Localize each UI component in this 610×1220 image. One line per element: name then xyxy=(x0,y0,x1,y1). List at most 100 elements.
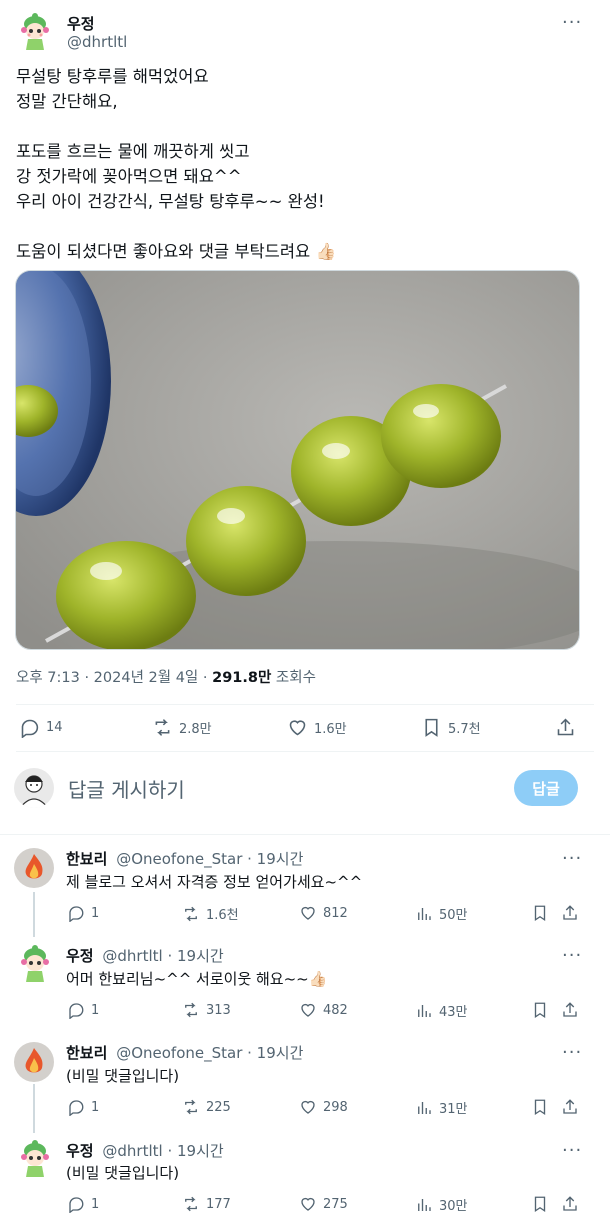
analytics-icon xyxy=(418,1198,431,1211)
more-options-icon[interactable]: ··· xyxy=(562,14,582,32)
bookmark-button[interactable] xyxy=(531,1195,549,1213)
comment-author-name[interactable]: 한뵤리 xyxy=(66,850,107,868)
fire-avatar-icon xyxy=(25,1048,43,1073)
repost-icon xyxy=(185,1002,197,1018)
reply-icon xyxy=(69,1100,84,1116)
repost-button[interactable]: 313 xyxy=(182,1001,231,1019)
post-timestamp: 오후 7:13 · 2024년 2월 4일 · 291.8만 조회수 xyxy=(16,666,316,687)
author-name[interactable]: 우정 xyxy=(67,13,95,34)
bookmark-icon xyxy=(534,1196,546,1213)
heart-icon xyxy=(301,1100,315,1114)
comment-text: (비밀 댓글입니다) xyxy=(66,1164,180,1182)
repost-count: 313 xyxy=(206,1002,231,1018)
like-button[interactable]: 298 xyxy=(299,1098,348,1116)
share-icon xyxy=(563,905,577,920)
share-button[interactable] xyxy=(561,1001,579,1019)
more-options-icon[interactable]: ··· xyxy=(562,1044,582,1062)
comment-time[interactable]: · 19시간 xyxy=(163,947,223,965)
analytics-icon xyxy=(418,907,431,920)
comment-avatar[interactable] xyxy=(15,944,55,984)
comment-header: 한뵤리 @Oneofone_Star · 19시간 xyxy=(66,1042,303,1063)
reply-button[interactable]: 1 xyxy=(67,1098,99,1116)
repost-button[interactable]: 1.6천 xyxy=(182,904,239,923)
comment-author-handle[interactable]: @dhrtltl xyxy=(102,947,162,965)
post-photo[interactable] xyxy=(15,270,580,650)
more-options-icon[interactable]: ··· xyxy=(562,947,582,965)
divider xyxy=(0,834,610,835)
repost-icon xyxy=(185,1099,197,1115)
reply-icon xyxy=(21,719,39,738)
girl-avatar-icon xyxy=(21,945,49,982)
bookmark-icon xyxy=(534,1099,546,1116)
share-button[interactable] xyxy=(561,1098,579,1116)
comment-author-handle[interactable]: @Oneofone_Star xyxy=(116,850,242,868)
comment-author-name[interactable]: 우정 xyxy=(66,1142,94,1160)
bookmark-button[interactable] xyxy=(531,1001,549,1019)
like-button[interactable]: 482 xyxy=(299,1001,348,1019)
share-button[interactable] xyxy=(561,1195,579,1213)
comment-author-handle[interactable]: @Oneofone_Star xyxy=(116,1044,242,1062)
reply-submit-button[interactable]: 답글 xyxy=(514,770,578,806)
reply-count: 14 xyxy=(46,720,63,735)
post-line xyxy=(16,114,586,139)
repost-count: 2.8만 xyxy=(179,722,212,737)
bookmark-button[interactable]: 5.7천 xyxy=(421,717,481,738)
post-line: 도움이 되셨다면 좋아요와 댓글 부탁드려요 👍🏻 xyxy=(16,242,337,261)
comment-author-handle[interactable]: @dhrtltl xyxy=(102,1142,162,1160)
share-button[interactable] xyxy=(561,904,579,922)
comment-time[interactable]: · 19시간 xyxy=(242,850,303,868)
comment-time[interactable]: · 19시간 xyxy=(242,1044,303,1062)
my-avatar[interactable] xyxy=(14,768,54,808)
divider xyxy=(16,751,594,752)
repost-button[interactable]: 225 xyxy=(182,1098,231,1116)
repost-button[interactable]: 177 xyxy=(182,1195,231,1213)
views-button[interactable]: 31만 xyxy=(415,1098,468,1117)
reply-button[interactable]: 1 xyxy=(67,1195,99,1213)
like-count: 482 xyxy=(323,1002,348,1018)
author-avatar[interactable] xyxy=(15,12,55,52)
share-icon xyxy=(563,1002,577,1017)
share-button[interactable] xyxy=(555,717,576,738)
views-count: 30만 xyxy=(439,1199,468,1214)
views-button[interactable]: 30만 xyxy=(415,1195,468,1214)
post-time[interactable]: 오후 7:13 · 2024년 2월 4일 · xyxy=(16,670,212,686)
bookmark-button[interactable] xyxy=(531,1098,549,1116)
comment-avatar[interactable] xyxy=(14,848,54,888)
comment-avatar[interactable] xyxy=(14,1042,54,1082)
reply-count: 1 xyxy=(91,1002,100,1018)
views-button[interactable]: 50만 xyxy=(415,904,468,923)
girl-avatar-icon xyxy=(21,13,49,50)
more-options-icon[interactable]: ··· xyxy=(562,850,582,868)
reply-count: 1 xyxy=(91,905,100,921)
reply-button[interactable]: 1 xyxy=(67,904,99,922)
post-line xyxy=(16,214,586,239)
views-label: 조회수 xyxy=(271,670,316,686)
comment-author-name[interactable]: 한뵤리 xyxy=(66,1044,107,1062)
comment-author-name[interactable]: 우정 xyxy=(66,947,94,965)
divider xyxy=(16,704,594,705)
views-count: 43만 xyxy=(439,1005,468,1020)
author-handle[interactable]: @dhrtltl xyxy=(67,33,127,51)
reply-button[interactable]: 14 xyxy=(19,717,63,738)
comment-time[interactable]: · 19시간 xyxy=(163,1142,223,1160)
views-count: 50만 xyxy=(439,908,468,923)
reply-button[interactable]: 1 xyxy=(67,1001,99,1019)
thread-line xyxy=(33,1084,35,1133)
views-button[interactable]: 43만 xyxy=(415,1001,468,1020)
post-line: 포도를 흐르는 물에 깨끗하게 씻고 xyxy=(16,142,250,161)
reply-icon xyxy=(69,1197,84,1213)
bookmark-button[interactable] xyxy=(531,904,549,922)
like-button[interactable]: 812 xyxy=(299,904,348,922)
thread-line xyxy=(33,892,35,937)
reply-count: 1 xyxy=(91,1099,100,1115)
repost-count: 1.6천 xyxy=(206,908,239,923)
comment-header: 우정 @dhrtltl · 19시간 xyxy=(66,1140,224,1161)
like-button[interactable]: 275 xyxy=(299,1195,348,1213)
heart-icon xyxy=(301,1003,315,1017)
fire-avatar-icon xyxy=(25,854,43,879)
reply-input[interactable]: 답글 게시하기 xyxy=(68,774,185,803)
repost-button[interactable]: 2.8만 xyxy=(152,717,212,738)
like-button[interactable]: 1.6만 xyxy=(287,717,347,738)
more-options-icon[interactable]: ··· xyxy=(562,1142,582,1160)
comment-avatar[interactable] xyxy=(15,1139,55,1179)
